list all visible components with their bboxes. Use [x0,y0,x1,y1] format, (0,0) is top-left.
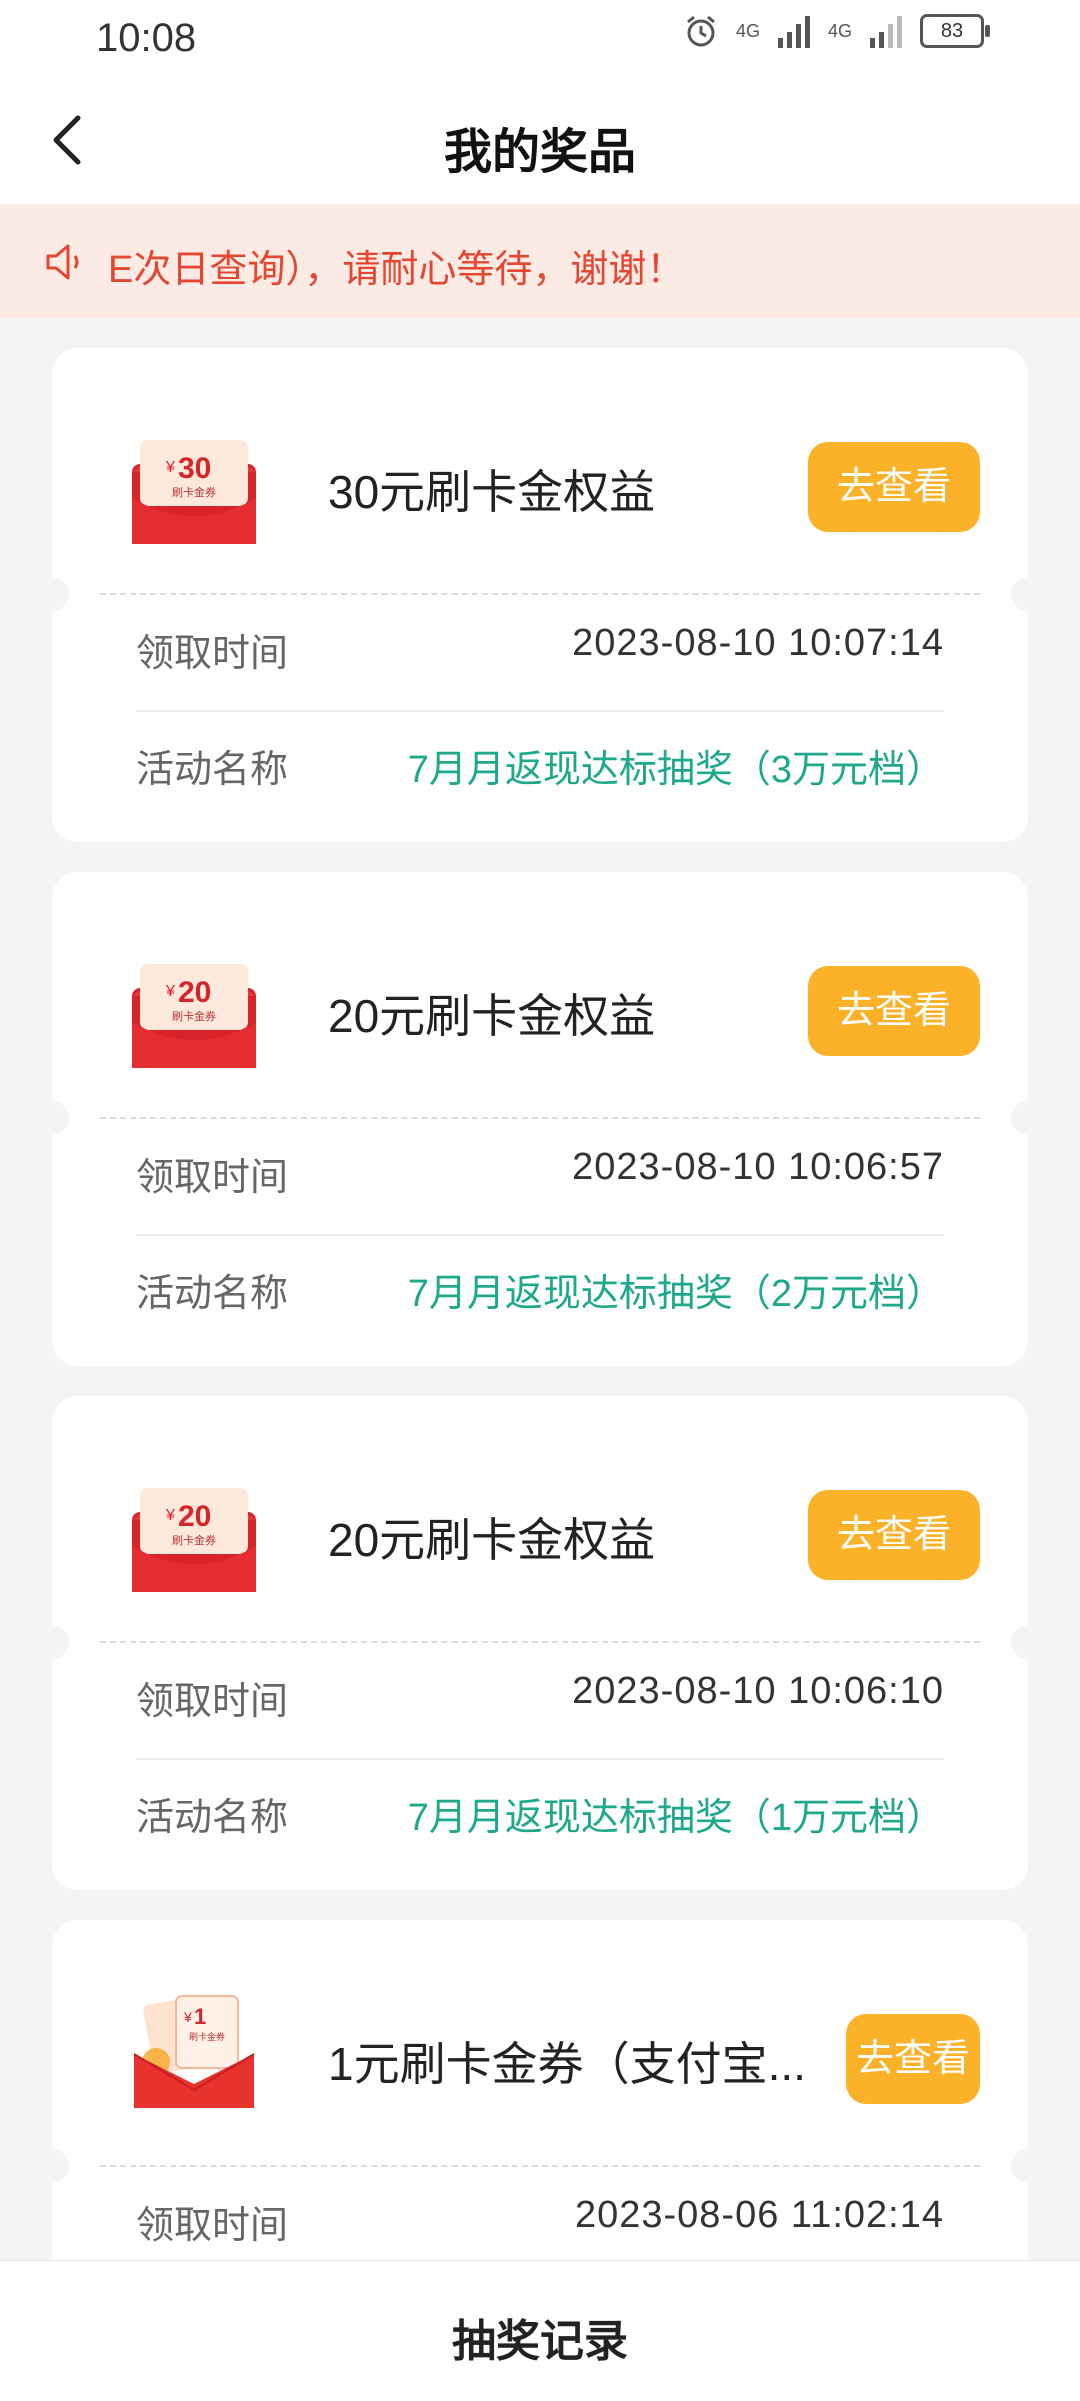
coupon-envelope-icon: ¥ 20 刷卡金券 [132,1488,256,1592]
coupon-amount: 1 [194,2004,206,2029]
prize-card: ¥ 20 刷卡金券 20元刷卡金权益 去查看 领取时间 2023-08-10 1… [35,1396,1045,1890]
prize-name: 1元刷卡金券（支付宝... [328,2038,806,2090]
coupon-amount: 20 [178,976,211,1009]
svg-text:¥: ¥ [165,459,175,476]
view-button[interactable]: 去查看 [808,966,980,1056]
activity-name-value: 7月月返现达标抽奖（2万元档） [407,1273,944,1315]
status-time: 10:08 [96,16,197,60]
receive-time-label: 领取时间 [136,1157,289,1199]
alarm-icon [687,15,715,47]
coupon-tag: 刷卡金券 [172,1009,216,1023]
coupon-tag: 刷卡金券 [172,1533,216,1547]
coupon-amount: 20 [178,1500,211,1533]
receive-time-value: 2023-08-06 11:02:14 [574,2194,944,2236]
receive-time-value: 2023-08-10 10:07:14 [572,622,944,664]
status-icons: 4G 4G 83 [684,14,990,48]
network-type-2: 4G [827,20,852,41]
lottery-record-button[interactable]: 抽奖记录 [0,2305,1080,2369]
view-button[interactable]: 去查看 [808,442,980,532]
prize-card: ¥ 20 刷卡金券 20元刷卡金权益 去查看 领取时间 2023-08-10 1… [35,872,1045,1366]
speaker-icon [46,244,79,280]
coupon-tag: 刷卡金券 [172,485,216,499]
receive-time-label: 领取时间 [136,633,289,675]
battery-icon: 83 [920,14,990,48]
activity-name-value: 7月月返现达标抽奖（3万元档） [407,749,944,791]
bottom-bar: 抽奖记录 [0,2260,1080,2401]
receive-time-label: 领取时间 [136,2205,289,2247]
view-button[interactable]: 去查看 [808,1490,980,1580]
activity-name-label: 活动名称 [136,1273,289,1315]
nav-bar: 我的奖品 [0,80,1080,204]
svg-text:¥: ¥ [165,1507,175,1524]
activity-name-label: 活动名称 [136,749,289,791]
coupon-amount: 30 [178,452,211,485]
notice-text: E次日查询），请耐心等待，谢谢！ [108,249,685,291]
prize-name: 30元刷卡金权益 [328,466,656,518]
red-envelope-icon: ¥ 1 刷卡金券 [133,1995,255,2108]
signal-icon-2 [870,14,902,48]
activity-name-label: 活动名称 [136,1797,289,1839]
svg-text:¥: ¥ [183,2009,192,2025]
status-bar: 10:08 4G 4G 83 [0,0,1080,80]
signal-icon [777,14,810,48]
activity-name-value: 7月月返现达标抽奖（1万元档） [407,1797,944,1839]
prize-card: ¥ 30 刷卡金券 30元刷卡金权益 去查看 领取时间 2023-08-10 1… [35,348,1045,842]
view-button[interactable]: 去查看 [846,2014,980,2104]
prize-name: 20元刷卡金权益 [328,1514,656,1566]
receive-time-label: 领取时间 [136,1681,289,1723]
coupon-envelope-icon: ¥ 30 刷卡金券 [132,440,256,544]
notice-bar: E次日查询），请耐心等待，谢谢！ [0,204,1080,318]
receive-time-value: 2023-08-10 10:06:57 [572,1146,944,1188]
prize-name: 20元刷卡金权益 [328,990,656,1042]
receive-time-value: 2023-08-10 10:06:10 [572,1670,944,1712]
network-type-1: 4G [735,20,760,41]
page-title: 我的奖品 [443,126,636,179]
svg-text:¥: ¥ [165,983,175,1000]
coupon-envelope-icon: ¥ 20 刷卡金券 [132,964,256,1068]
coupon-tag: 刷卡金券 [189,2031,225,2043]
